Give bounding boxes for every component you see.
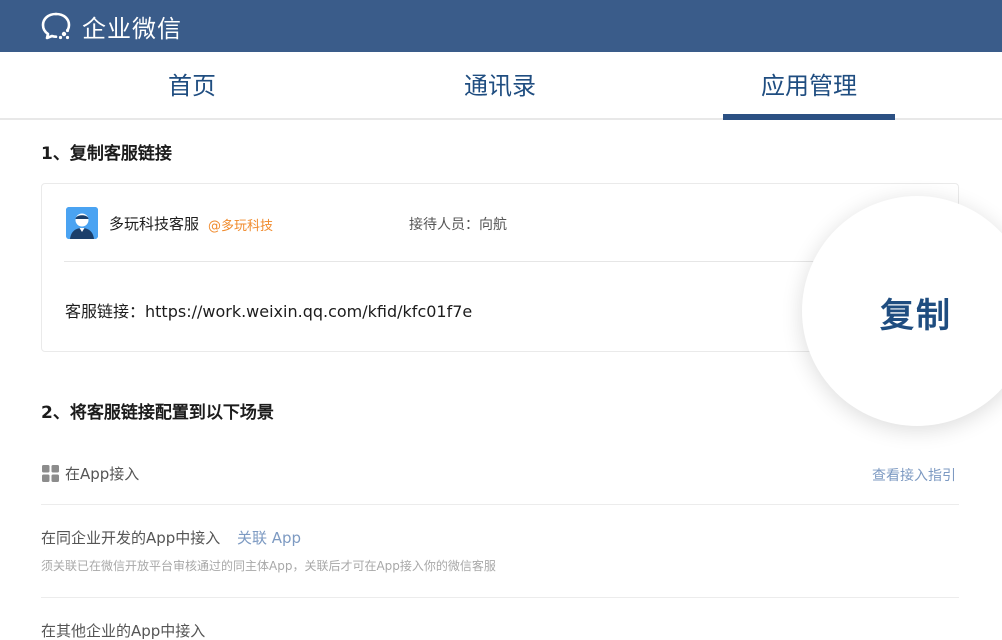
grid-apps-icon — [42, 465, 59, 482]
app-access-label: 在App接入 — [65, 465, 140, 483]
reception-label: 接待人员： — [409, 217, 479, 233]
main-tabs: 首页 通讯录 应用管理 — [0, 52, 1002, 120]
other-corp-app-label: 在其他企业的App中接入 — [41, 622, 206, 640]
active-tab-indicator — [723, 114, 895, 120]
tab-home[interactable]: 首页 — [112, 52, 272, 120]
view-guide-link[interactable]: 查看接入指引 — [872, 465, 956, 485]
app-title: 企业微信 — [82, 14, 182, 43]
reception-staff: 接待人员：向航 — [409, 214, 507, 234]
section-title-copy-link: 1、复制客服链接 — [41, 144, 172, 164]
link-app-link[interactable]: 关联 App — [237, 527, 301, 548]
copy-button-label: 复制 — [880, 296, 952, 336]
customer-service-avatar-icon — [66, 207, 98, 239]
tab-app-management[interactable]: 应用管理 — [723, 52, 895, 120]
kf-link-label: 客服链接： — [65, 302, 146, 321]
same-corp-app-label: 在同企业开发的App中接入 — [41, 529, 221, 547]
kf-link-row: 客服链接：https://work.weixin.qq.com/kfid/kfc… — [65, 298, 472, 322]
kf-account-name: 多玩科技客服 — [109, 215, 200, 233]
same-corp-note: 须关联已在微信开放平台审核通过的同主体App，关联后才可在App接入你的微信客服 — [41, 559, 496, 573]
card-divider — [64, 261, 938, 262]
reception-person: 向航 — [479, 217, 507, 233]
section-divider — [41, 504, 959, 505]
section-title-configure-scenes: 2、将客服链接配置到以下场景 — [41, 403, 274, 423]
kf-link-url[interactable]: https://work.weixin.qq.com/kfid/kfc01f7e — [145, 302, 472, 321]
section-divider — [41, 597, 959, 598]
kf-corp-tag: @多玩科技 — [208, 219, 274, 234]
top-bar: 企业微信 — [0, 0, 1002, 52]
wecom-chat-bubble-icon[interactable] — [40, 9, 74, 43]
tab-contacts[interactable]: 通讯录 — [420, 52, 580, 120]
